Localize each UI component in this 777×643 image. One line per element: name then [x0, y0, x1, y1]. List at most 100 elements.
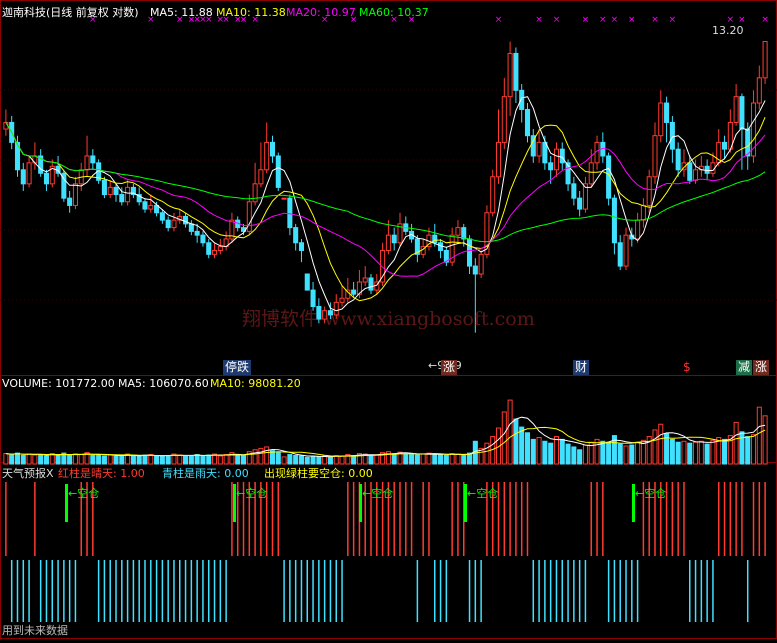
candle-body	[693, 169, 699, 181]
candle-body	[43, 172, 49, 185]
candle-body	[125, 186, 131, 203]
volume-bar	[339, 455, 345, 465]
volume-bar	[90, 454, 96, 465]
candle-body	[658, 102, 664, 137]
top-marker: ×	[611, 15, 619, 25]
volume-bar	[548, 442, 554, 465]
volume-bar	[200, 454, 206, 465]
volume-bar	[432, 454, 438, 465]
candle	[177, 209, 183, 224]
volume-bar	[426, 452, 432, 465]
volume-bar	[374, 454, 380, 465]
candle-body	[385, 234, 391, 251]
weather-indicator-plot	[5, 482, 766, 622]
candle-body	[490, 176, 496, 214]
volume-bar	[287, 454, 293, 465]
candle	[530, 129, 536, 163]
finance-tag[interactable]: 财	[573, 360, 590, 375]
reduce-rise-tag[interactable]: 涨	[753, 360, 770, 375]
candle-body	[310, 289, 316, 308]
candle-body	[588, 162, 594, 185]
volume-bar	[409, 454, 415, 465]
candle-body	[640, 204, 646, 221]
candle	[67, 190, 73, 213]
dollar-tag[interactable]: $	[681, 360, 693, 375]
candle-body	[171, 219, 177, 229]
volume-bar	[693, 441, 699, 465]
candle	[664, 96, 670, 143]
candle-body	[507, 52, 513, 98]
volume-bar	[536, 436, 542, 465]
candle	[130, 183, 136, 199]
candle	[165, 216, 171, 232]
candle-body	[113, 186, 119, 196]
candle-body	[72, 183, 78, 206]
candle	[397, 212, 403, 247]
candle-body	[339, 297, 345, 303]
volume-bar	[281, 456, 287, 465]
signal-label-1: ←空仓	[68, 487, 100, 500]
kline-chart[interactable]: × × × × × × × × × × × × × × × × × × × × × × × × × × × × 迦南科技(日线 前复权…	[0, 0, 777, 639]
candle	[362, 266, 368, 287]
volume-bar	[623, 445, 629, 465]
volume-ma5-readout: MA5: 106070.60	[118, 377, 209, 390]
candle-body	[756, 77, 762, 104]
candle-body	[577, 197, 583, 210]
candle	[148, 194, 154, 213]
candle-body	[90, 155, 96, 164]
candle-body	[67, 197, 73, 206]
drop-tag[interactable]: 停跌	[223, 360, 252, 375]
candle	[762, 41, 768, 85]
candle-body	[495, 141, 502, 178]
volume-bar	[223, 454, 229, 465]
candle	[339, 286, 345, 307]
volume-bar	[745, 436, 751, 465]
candle-body	[304, 273, 310, 291]
watermark: 翔博软件 www.xiangbosoft.com	[242, 308, 535, 330]
reduce-tag[interactable]: 减	[736, 360, 753, 375]
candle	[513, 47, 519, 104]
ma20-readout: MA20: 10.97	[286, 6, 356, 19]
volume-bar	[629, 444, 635, 465]
candle-body	[733, 96, 739, 123]
candle	[611, 194, 617, 255]
candle	[756, 65, 762, 110]
volume-plot	[3, 399, 768, 465]
volume-bar	[159, 455, 165, 465]
candle	[188, 220, 194, 236]
candle-body	[675, 148, 681, 171]
candle-body	[200, 234, 206, 244]
volume-bar	[26, 453, 32, 465]
candle	[640, 198, 646, 228]
candle	[675, 142, 681, 177]
candle	[750, 90, 757, 163]
candle	[374, 273, 380, 295]
candle-body	[467, 238, 473, 267]
cyan-bar-readout: 青柱是雨天: 0.00	[162, 467, 249, 480]
candle	[293, 223, 299, 251]
candle-body	[275, 155, 281, 188]
candle	[49, 159, 55, 188]
candle	[698, 155, 704, 177]
volume-bar	[652, 429, 658, 465]
candle	[606, 152, 612, 206]
candle	[490, 169, 496, 217]
candle	[171, 212, 177, 232]
volume-bar	[275, 452, 281, 465]
candle	[72, 176, 78, 210]
volume-bar	[698, 440, 704, 465]
top-marker: ×	[651, 15, 659, 25]
ma10-readout: MA10: 11.38	[216, 6, 286, 19]
candle	[275, 152, 281, 191]
volume-bar	[414, 454, 420, 465]
candle	[368, 273, 374, 295]
volume-bar	[368, 455, 374, 465]
volume-bar	[32, 454, 38, 465]
volume-bar	[264, 446, 270, 465]
candle	[501, 77, 507, 150]
top-marker: ×	[582, 15, 590, 25]
candle	[443, 246, 449, 267]
volume-bar	[750, 434, 757, 465]
rise-tag[interactable]: 涨	[441, 360, 458, 375]
candle	[455, 220, 461, 243]
